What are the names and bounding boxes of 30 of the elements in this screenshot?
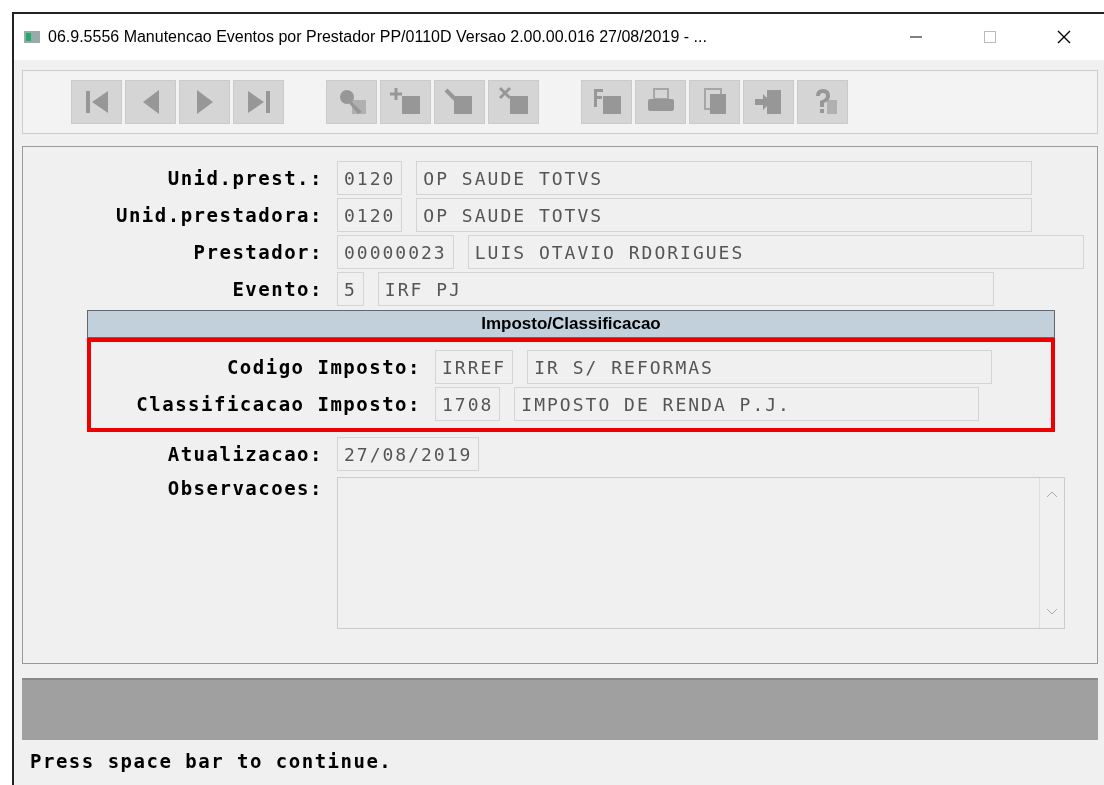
window-title: 06.9.5556 Manutencao Eventos por Prestador PP/0110D Versao 2.00.00.016 27/08/2019 - ... — [48, 28, 708, 46]
maximize-icon — [983, 30, 997, 44]
scroll-up-icon — [1046, 490, 1058, 498]
code-field[interactable]: 1708 — [435, 387, 501, 421]
scroll-down-icon — [1046, 608, 1058, 616]
description-field[interactable]: LUIS OTAVIO RDORIGUES — [467, 235, 1084, 269]
code-field[interactable]: IRREF — [435, 350, 514, 384]
code-field[interactable]: 00000023 — [337, 235, 454, 269]
app-icon — [24, 31, 40, 43]
field-label: Observacoes: — [166, 477, 323, 499]
notes-textarea[interactable] — [337, 477, 1065, 629]
field-label: Atualizacao: — [166, 443, 323, 465]
date-field[interactable]: 27/08/2019 — [337, 437, 480, 471]
field-label: Codigo Imposto: — [225, 356, 421, 378]
status-message: Press space bar to continue. — [29, 749, 394, 774]
popup-title: Imposto/Classificacao — [87, 310, 1055, 338]
code-field[interactable]: 5 — [337, 272, 364, 306]
description-field[interactable]: OP SAUDE TOTVS — [416, 161, 1033, 195]
code-field[interactable]: 0120 — [337, 198, 403, 232]
close-icon — [1056, 29, 1072, 45]
description-field[interactable]: IR S/ REFORMAS — [527, 350, 993, 384]
field-label: Unid.prestadora: — [114, 204, 323, 226]
description-field[interactable]: OP SAUDE TOTVS — [416, 198, 1033, 232]
description-field[interactable]: IMPOSTO DE RENDA P.J. — [514, 387, 980, 421]
code-field[interactable]: 0120 — [337, 161, 403, 195]
description-field[interactable]: IRF PJ — [377, 272, 994, 306]
field-label: Unid.prest.: — [166, 167, 323, 189]
field-label: Evento: — [231, 278, 323, 300]
field-label: Prestador: — [192, 241, 323, 263]
field-label: Classificacao Imposto: — [135, 393, 421, 415]
